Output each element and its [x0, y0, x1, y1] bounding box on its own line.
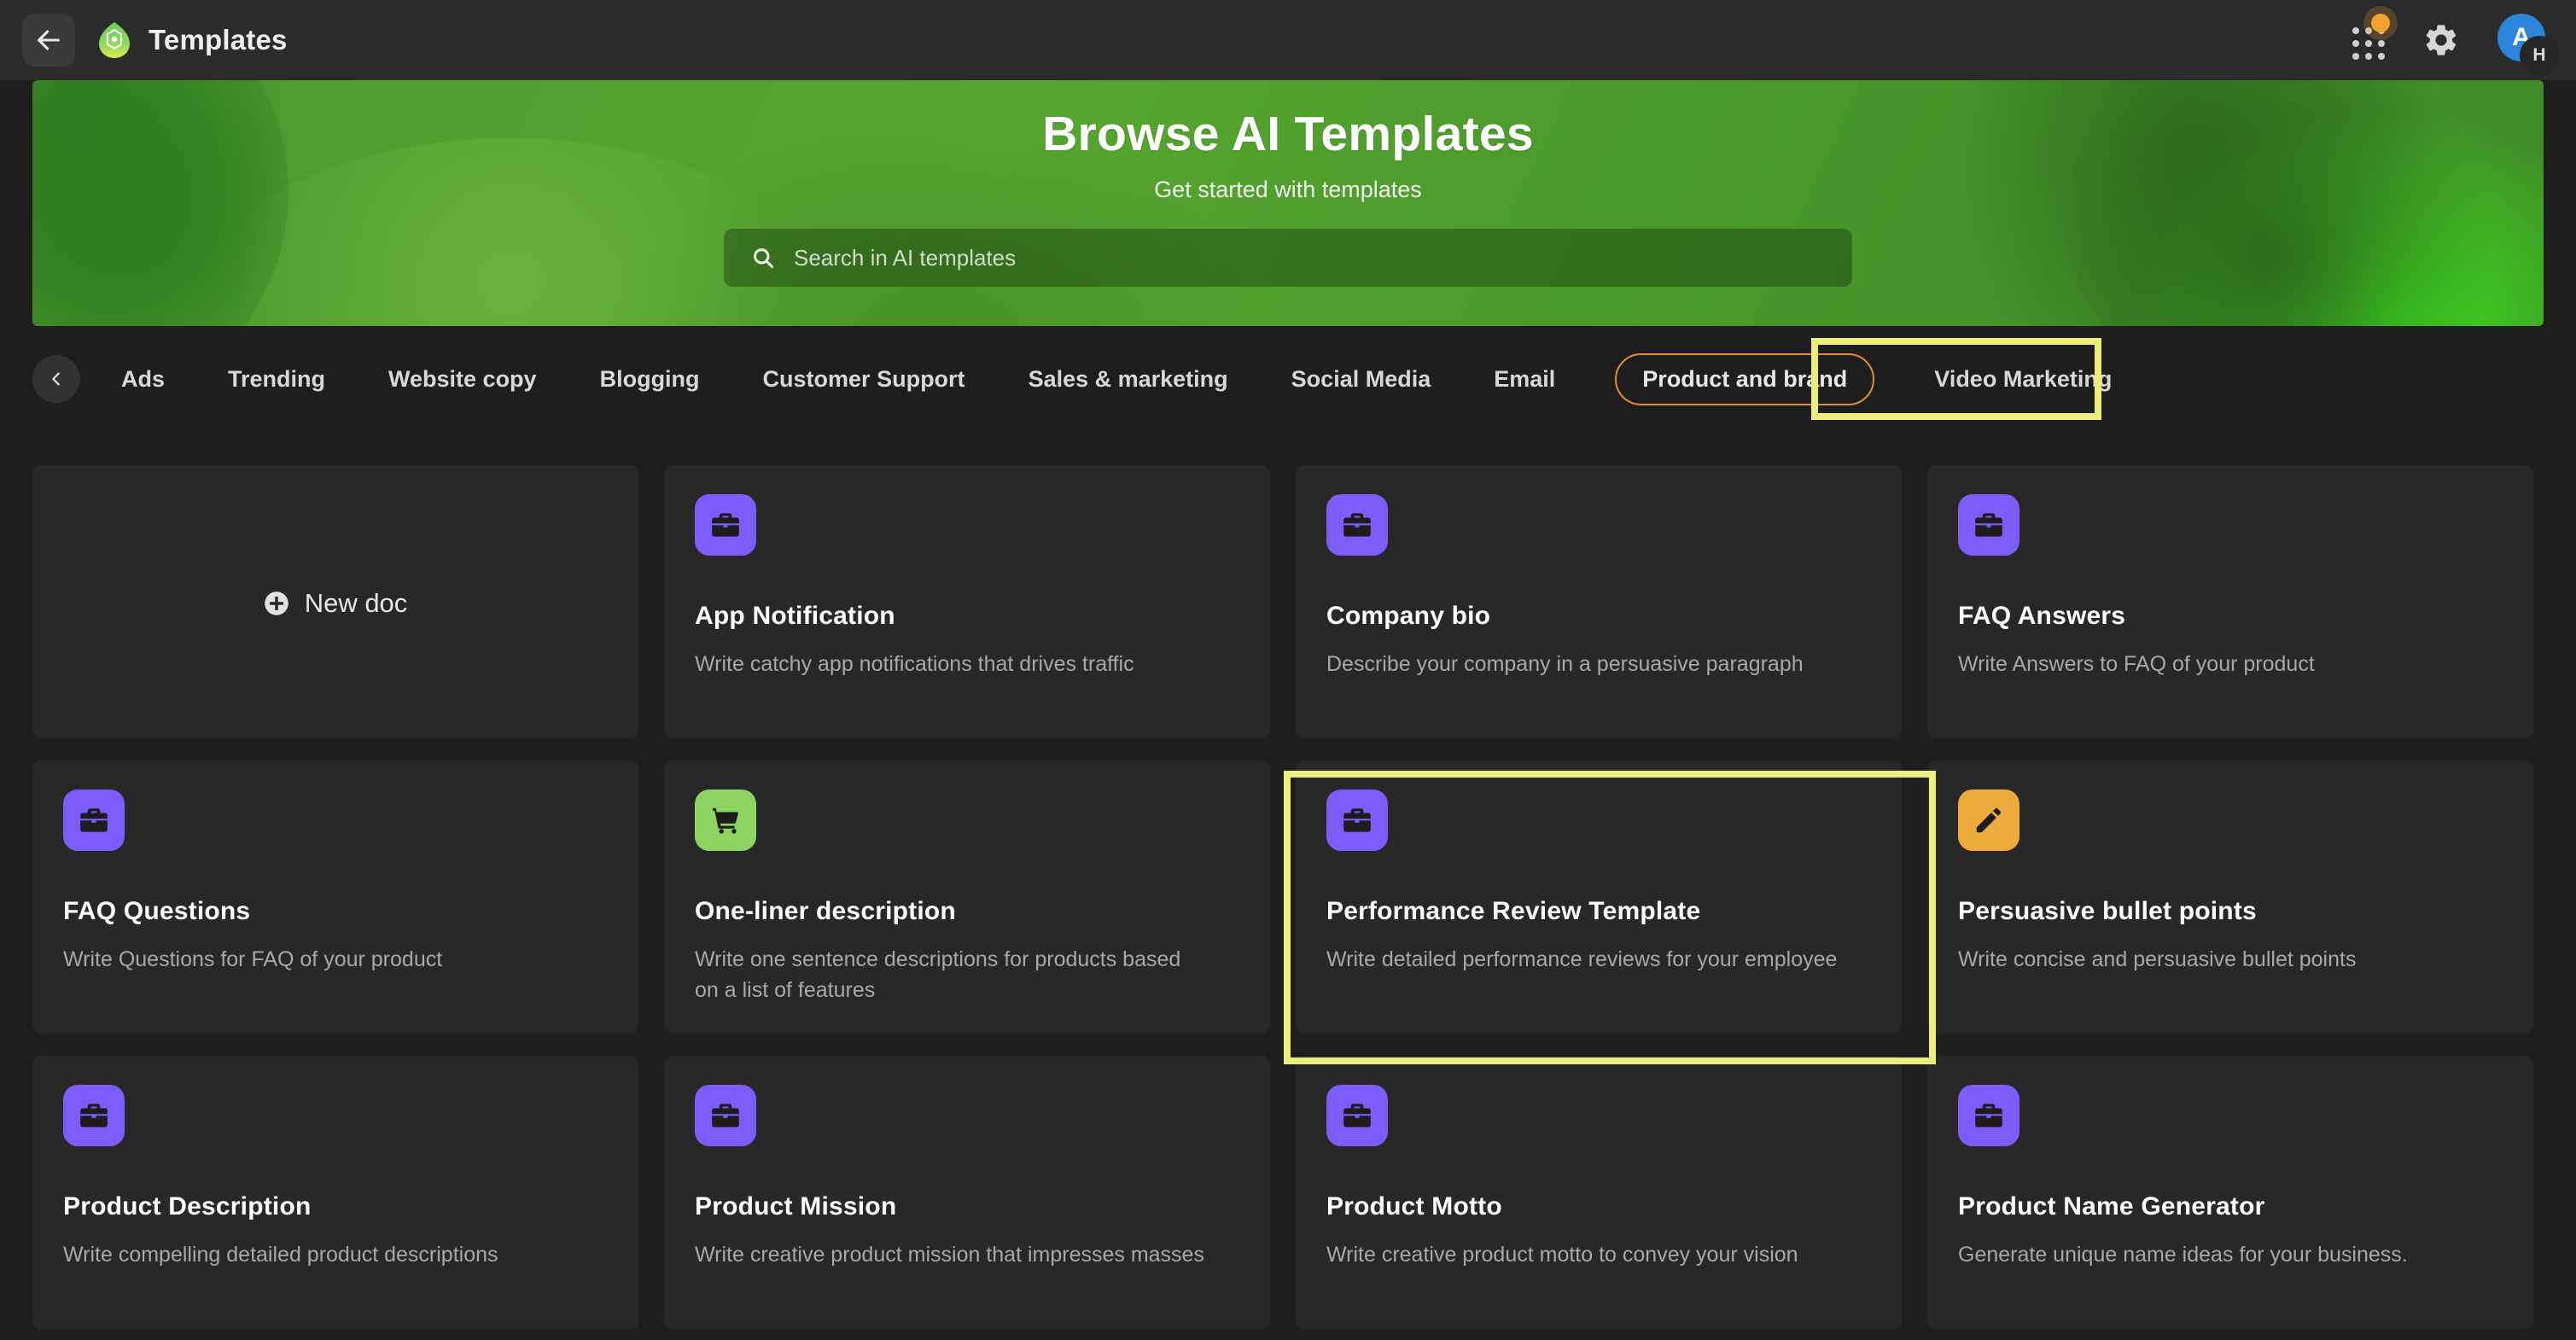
tabs-scroller: Ads Trending Website copy Blogging Customer … [118, 352, 2115, 405]
tab-social-media[interactable]: Social Media [1288, 355, 1435, 404]
template-card-description: Write detailed performance reviews for y… [1326, 947, 1838, 971]
briefcase-icon [1958, 1085, 2019, 1146]
template-card-title: One-liner description [695, 897, 956, 925]
new-doc-label: New doc [304, 588, 408, 618]
notification-badge [2371, 14, 2390, 32]
template-card[interactable]: App Notification Write catchy app notific… [664, 465, 1270, 738]
template-card-description: Write Answers to FAQ of your product [1958, 652, 2315, 676]
template-card[interactable]: One-liner description Write one sentence … [664, 760, 1270, 1034]
hero-title: Browse AI Templates [1042, 107, 1534, 161]
template-card-description: Write creative product mission that impr… [695, 1243, 1204, 1267]
template-card-description: Write compelling detailed product descri… [63, 1243, 498, 1267]
template-card-description: Write one sentence descriptions for prod… [695, 947, 1181, 1002]
template-grid: New doc App Notification Write catchy app… [32, 465, 2544, 1329]
template-card[interactable]: Persuasive bullet points Write concise an… [1927, 760, 2533, 1034]
hero-subtitle: Get started with templates [1154, 177, 1422, 202]
template-card-description: Describe your company in a persuasive pa… [1326, 652, 1804, 676]
template-card[interactable]: Product Name Generator Generate unique na… [1927, 1056, 2533, 1329]
template-card-title: Persuasive bullet points [1958, 897, 2257, 925]
template-card-title: FAQ Questions [63, 897, 251, 925]
chevron-left-icon [52, 372, 60, 386]
tab-product-and-brand[interactable]: Product and brand [1615, 352, 1875, 405]
template-card-title: Product Motto [1326, 1192, 1502, 1221]
template-card-description: Write concise and persuasive bullet poin… [1958, 947, 2357, 971]
new-doc-card[interactable]: New doc [32, 465, 638, 738]
template-card-title: App Notification [695, 602, 895, 630]
tab-sales-marketing[interactable]: Sales & marketing [1025, 355, 1232, 404]
arrow-left-icon [38, 30, 60, 50]
page-title: Templates [149, 24, 288, 55]
top-app-bar: Templates A H [0, 0, 2576, 80]
template-card-title: Product Description [63, 1192, 312, 1221]
template-card[interactable]: Product Mission Write creative product mi… [664, 1056, 1270, 1329]
pencil-icon [1958, 789, 2019, 851]
gear-icon[interactable] [2422, 21, 2460, 59]
tab-blogging[interactable]: Blogging [597, 355, 703, 404]
tabs-scroll-left-button[interactable] [32, 355, 80, 403]
tab-ads[interactable]: Ads [118, 355, 168, 404]
template-card[interactable]: FAQ Questions Write Questions for FAQ of … [32, 760, 638, 1034]
hero-banner: Browse AI Templates Get started with tem… [32, 80, 2544, 326]
tab-email[interactable]: Email [1490, 355, 1559, 404]
template-card[interactable]: Product Motto Write creative product mott… [1296, 1056, 1902, 1329]
tab-website-copy[interactable]: Website copy [385, 355, 540, 404]
template-card-description: Write Questions for FAQ of your product [63, 947, 443, 971]
briefcase-icon [63, 789, 125, 851]
template-card-description: Generate unique name ideas for your busi… [1958, 1243, 2408, 1267]
tab-customer-support[interactable]: Customer Support [760, 355, 969, 404]
template-card[interactable]: Performance Review Template Write detaile… [1296, 760, 1902, 1034]
template-card-title: Performance Review Template [1326, 897, 1701, 925]
apps-grid-icon[interactable] [2349, 14, 2390, 60]
search-icon [754, 248, 774, 269]
briefcase-icon [1958, 494, 2019, 556]
briefcase-icon [695, 494, 756, 556]
avatar-badge-initial: H [2520, 36, 2559, 75]
template-card[interactable]: Company bio Describe your company in a pe… [1296, 465, 1902, 738]
briefcase-icon [63, 1085, 125, 1146]
template-card-title: Product Mission [695, 1192, 897, 1221]
tab-trending[interactable]: Trending [224, 355, 329, 404]
briefcase-icon [1326, 789, 1388, 851]
template-card-title: FAQ Answers [1958, 602, 2126, 630]
template-card-title: Product Name Generator [1958, 1192, 2265, 1221]
template-card-description: Write catchy app notifications that driv… [695, 652, 1134, 676]
plus-circle-icon [264, 591, 288, 615]
topbar-actions: A H [2349, 14, 2559, 75]
tab-video-marketing[interactable]: Video Marketing [1931, 355, 2115, 404]
app-logo-icon [97, 22, 133, 58]
search-input[interactable] [794, 244, 1825, 271]
search-bar[interactable] [724, 229, 1852, 287]
template-card-description: Write creative product motto to convey y… [1326, 1243, 1798, 1267]
category-tabs: Ads Trending Website copy Blogging Customer … [32, 340, 2544, 418]
briefcase-icon [695, 1085, 756, 1146]
template-card-title: Company bio [1326, 602, 1491, 630]
briefcase-icon [1326, 1085, 1388, 1146]
back-button[interactable] [22, 14, 75, 67]
shopping-cart-icon [695, 789, 756, 851]
avatar[interactable]: A H [2497, 14, 2559, 75]
briefcase-icon [1326, 494, 1388, 556]
template-card[interactable]: Product Description Write compelling deta… [32, 1056, 638, 1329]
template-card[interactable]: FAQ Answers Write Answers to FAQ of your … [1927, 465, 2533, 738]
